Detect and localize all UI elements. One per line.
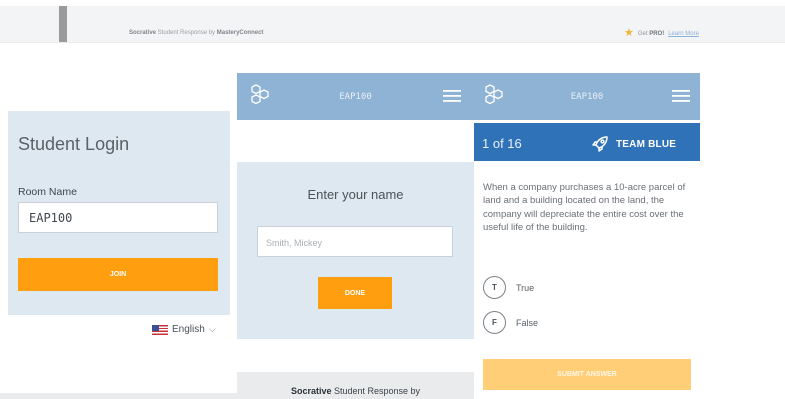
option-letter: T <box>483 276 506 299</box>
get-pro-link[interactable]: ★ Get PRO! Learn More <box>624 28 699 39</box>
option-letter: F <box>483 311 506 334</box>
question-status-bar: 1 of 16 TEAM BLUE <box>474 123 700 161</box>
room-name-label: Room Name <box>18 186 77 198</box>
room-title: EAP100 <box>570 92 604 102</box>
hamburger-menu-icon[interactable] <box>443 90 461 102</box>
option-label: False <box>516 317 539 328</box>
answer-option-true[interactable]: T True <box>483 276 534 299</box>
chevron-down-icon: ⌵ <box>208 324 216 334</box>
done-button[interactable]: DONE <box>318 277 392 309</box>
room-name-input[interactable]: EAP100 <box>18 202 218 233</box>
learn-more-link[interactable]: Learn More <box>668 31 699 37</box>
join-button[interactable]: JOIN <box>18 258 218 291</box>
team-badge: TEAM BLUE <box>591 135 676 153</box>
student-login-card: Student Login Room Name EAP100 JOIN <box>8 111 230 315</box>
get-pro-label: Get PRO! <box>637 30 665 37</box>
brand-footer-text: Socrative Student Response by MasteryCon… <box>129 30 264 36</box>
rocket-icon <box>592 136 608 152</box>
screenshot-canvas: Socrative Student Response by MasteryCon… <box>0 0 785 399</box>
us-flag-icon <box>152 324 168 335</box>
language-selector[interactable]: English ⌵ <box>152 324 216 335</box>
hamburger-menu-icon[interactable] <box>672 90 690 102</box>
star-icon: ★ <box>624 27 634 39</box>
enter-name-heading: Enter your name <box>307 187 404 202</box>
footer: Socrative Student Response by <box>237 372 474 399</box>
student-name-input[interactable]: Smith, Mickey <box>257 226 453 257</box>
submit-answer-button[interactable]: SUBMIT ANSWER <box>483 359 691 390</box>
room-title: EAP100 <box>339 92 372 102</box>
top-banner: Socrative Student Response by MasteryCon… <box>0 6 785 43</box>
footer-strip <box>0 393 237 399</box>
app-header: EAP100 <box>237 73 474 120</box>
scroll-marker <box>59 6 67 42</box>
page-title: Student Login <box>18 134 130 154</box>
option-label: True <box>516 282 535 293</box>
enter-name-card: Enter your name Smith, Mickey DONE <box>237 162 474 339</box>
team-name: TEAM BLUE <box>616 138 677 150</box>
app-header: EAP100 <box>474 73 700 120</box>
language-label: English <box>172 324 205 335</box>
question-progress: 1 of 16 <box>482 136 522 151</box>
question-panel: EAP100 1 of 16 TEAM BLUE When a company … <box>474 73 700 399</box>
question-text: When a company purchases a 10-acre parce… <box>483 182 686 234</box>
answer-option-false[interactable]: F False <box>483 311 538 334</box>
footer-brand-text: Socrative Student Response by <box>290 386 421 396</box>
